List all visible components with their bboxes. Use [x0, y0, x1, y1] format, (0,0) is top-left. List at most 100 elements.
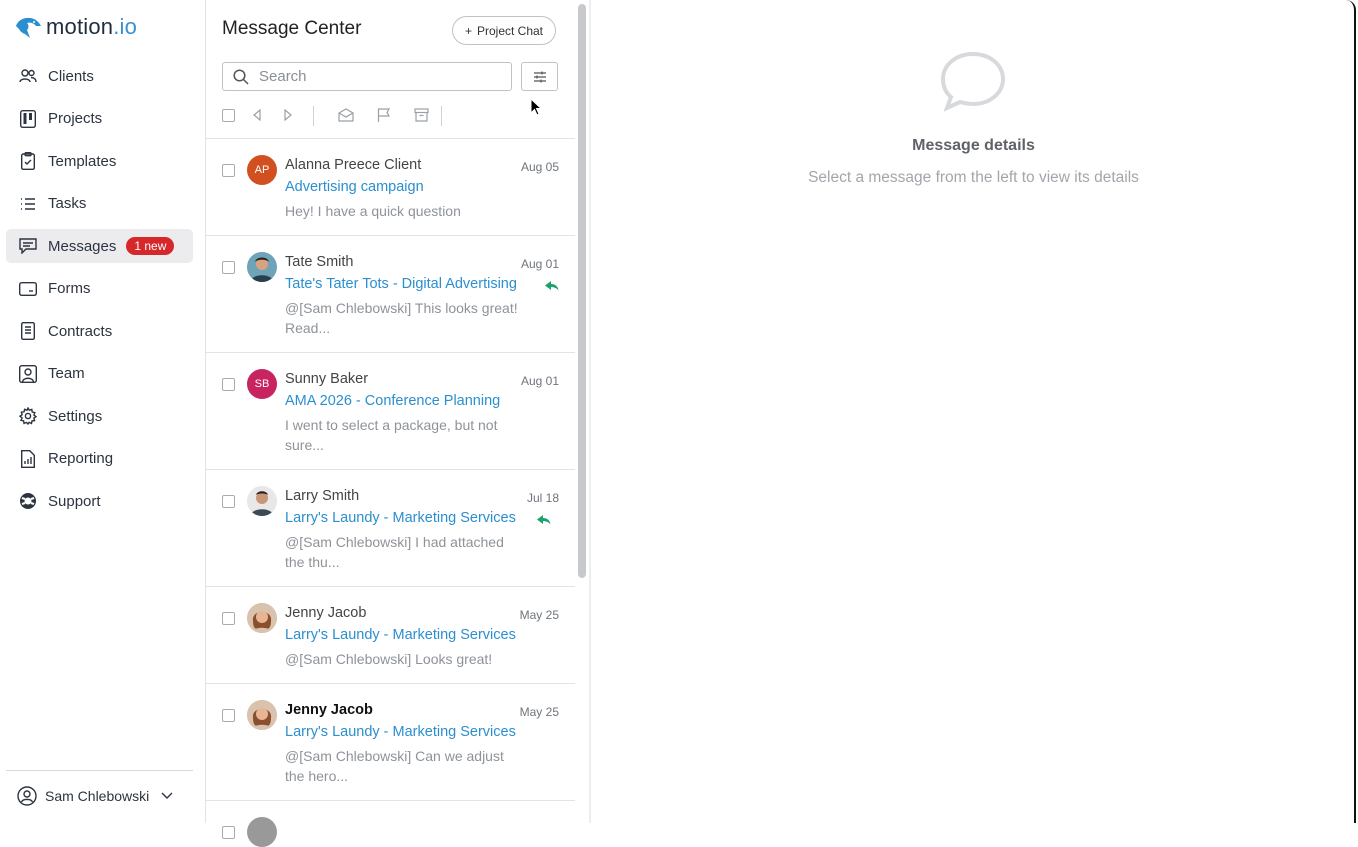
user-avatar-icon [17, 785, 37, 806]
sidebar-item-clients[interactable]: Clients [6, 59, 193, 93]
sidebar-item-label: Projects [48, 110, 103, 127]
details-title: Message details [912, 137, 1035, 154]
sidebar-item-contracts[interactable]: Contracts [6, 314, 193, 348]
message-row[interactable]: Jenny Jacob May 25 Larry's Laundy - Mark… [206, 683, 575, 800]
message-subject: Larry's Laundy - Marketing Services [285, 724, 516, 740]
sidebar-item-tasks[interactable]: Tasks [6, 187, 193, 221]
filter-button[interactable] [521, 62, 558, 91]
message-checkbox[interactable] [222, 161, 235, 179]
message-date: Aug 01 [520, 374, 559, 388]
avatar [247, 252, 277, 282]
gear-icon [18, 406, 38, 426]
avatar [247, 817, 277, 847]
user-menu[interactable]: Sam Chlebowski [6, 770, 193, 820]
sidebar-item-label: Messages [48, 237, 117, 255]
sidebar: motion.io Clients Projects Templates Tas… [0, 0, 206, 823]
message-row[interactable]: AP Alanna Preece Client Aug 05 Advertisi… [206, 138, 575, 235]
message-date: Aug 01 [520, 257, 559, 271]
replied-icon [537, 512, 551, 530]
sidebar-item-label: Support [48, 492, 101, 510]
new-messages-badge: 1 new [126, 237, 175, 255]
sidebar-item-settings[interactable]: Settings [6, 399, 193, 433]
toolbar-divider [441, 106, 442, 126]
flag-icon[interactable] [377, 106, 391, 124]
clipboard-icon [18, 151, 38, 171]
message-sender: Sunny Baker [285, 371, 369, 387]
message-checkbox[interactable] [222, 375, 235, 393]
message-checkbox[interactable] [222, 492, 235, 510]
kanban-icon [18, 109, 38, 129]
sidebar-nav: Clients Projects Templates Tasks Message… [6, 59, 193, 527]
message-preview: Hey! I have a quick question [285, 203, 461, 219]
chevron-down-icon [161, 792, 173, 800]
message-checkbox[interactable] [222, 706, 235, 724]
message-row[interactable]: Jenny Jacob May 25 Larry's Laundy - Mark… [206, 586, 575, 683]
list-icon [18, 194, 38, 214]
message-subject: Larry's Laundy - Marketing Services [285, 627, 516, 643]
sidebar-item-label: Tasks [48, 195, 87, 212]
mark-read-icon[interactable] [338, 106, 354, 124]
sidebar-item-label: Settings [48, 407, 103, 425]
sidebar-item-label: Clients [48, 67, 94, 85]
dolphin-logo-icon [16, 17, 41, 38]
sidebar-item-label: Forms [48, 280, 91, 297]
message-row[interactable]: Tate Smith Aug 01 Tate's Tater Tots - Di… [206, 235, 575, 352]
message-checkbox[interactable] [222, 258, 235, 276]
message-row[interactable]: Larry Smith Jul 18 Larry's Laundy - Mark… [206, 469, 575, 586]
message-subject: AMA 2026 - Conference Planning [285, 393, 501, 409]
message-date: May 25 [519, 705, 559, 719]
select-all-checkbox[interactable] [222, 106, 235, 124]
logo-text: motion.io [46, 14, 138, 39]
message-checkbox[interactable] [222, 609, 235, 627]
message-sender: Jenny Jacob [285, 605, 367, 621]
lifebuoy-icon [18, 491, 38, 511]
avatar: AP [247, 155, 277, 185]
logo[interactable]: motion.io [14, 14, 137, 40]
sidebar-item-label: Contracts [48, 322, 113, 340]
sidebar-item-support[interactable]: Support [6, 484, 193, 518]
message-subject: Larry's Laundy - Marketing Services [285, 510, 516, 526]
message-preview: @[Sam Chlebowski] I had attached the thu… [285, 534, 504, 570]
message-list-scrollbar[interactable] [578, 4, 586, 578]
replied-icon [545, 278, 559, 296]
chat-icon [18, 236, 38, 256]
user-name: Sam Chlebowski [45, 787, 150, 804]
message-preview: I went to select a package, but not sure… [285, 417, 498, 453]
sidebar-item-reporting[interactable]: Reporting [6, 442, 193, 476]
prev-page-icon[interactable] [252, 106, 262, 124]
message-preview: @[Sam Chlebowski] This looks great! Read… [285, 300, 518, 336]
sidebar-item-label: Templates [48, 152, 117, 170]
search-box [222, 62, 512, 91]
avatar [247, 700, 277, 730]
project-chat-button[interactable]: + Project Chat [452, 16, 556, 45]
sidebar-item-label: Team [48, 365, 85, 382]
message-preview: @[Sam Chlebowski] Looks great! [285, 651, 493, 667]
avatar: SB [247, 369, 277, 399]
sidebar-item-messages[interactable]: Messages 1 new [6, 229, 193, 263]
message-sender: Tate Smith [285, 254, 354, 270]
message-sender: Alanna Preece Client [285, 157, 422, 173]
message-row[interactable]: SB Sunny Baker Aug 01 AMA 2026 - Confere… [206, 352, 575, 469]
search-input[interactable] [257, 67, 501, 86]
team-icon [18, 364, 38, 384]
sidebar-item-forms[interactable]: Forms [6, 272, 193, 306]
message-details-pane: Message details Select a message from th… [591, 0, 1356, 823]
message-date: Aug 05 [520, 160, 559, 174]
avatar [247, 603, 277, 633]
search-icon [233, 68, 249, 85]
message-date: Jul 18 [526, 491, 559, 505]
archive-icon[interactable] [414, 106, 429, 124]
next-page-icon[interactable] [283, 106, 293, 124]
message-checkbox[interactable] [222, 823, 235, 841]
message-center: Message Center + Project Chat Search AP … [206, 0, 575, 847]
sidebar-item-projects[interactable]: Projects [6, 102, 193, 136]
users-icon [18, 66, 38, 86]
mouse-cursor-icon [530, 97, 543, 121]
sliders-icon [533, 71, 547, 83]
message-list: AP Alanna Preece Client Aug 05 Advertisi… [206, 138, 575, 847]
message-row[interactable] [206, 800, 575, 847]
document-icon [18, 321, 38, 341]
sidebar-item-templates[interactable]: Templates [6, 144, 193, 178]
sidebar-item-team[interactable]: Team [6, 357, 193, 391]
toolbar-divider [313, 106, 314, 126]
